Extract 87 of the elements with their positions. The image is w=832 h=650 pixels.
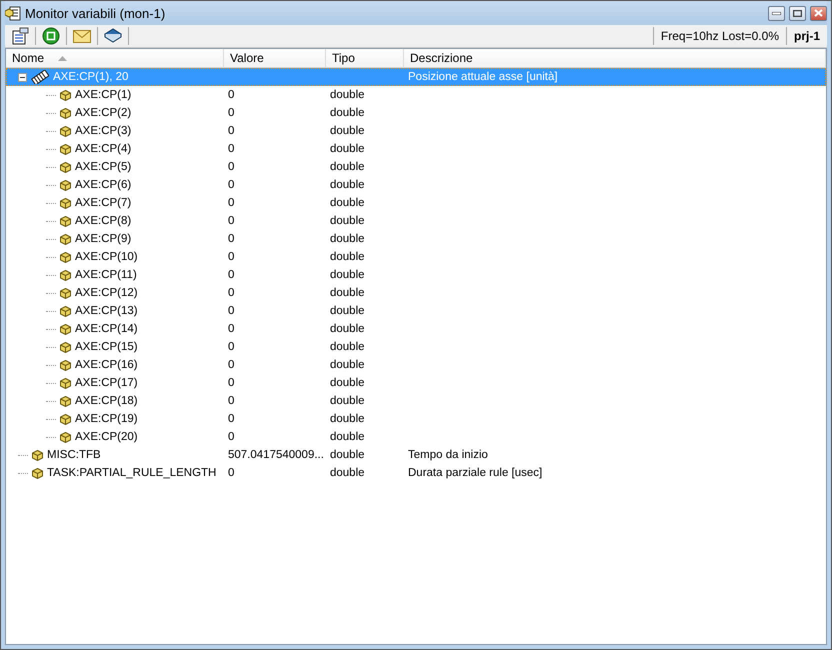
project-label: prj-1 (792, 29, 821, 43)
type-cell: double (330, 125, 365, 137)
type-cell: double (330, 197, 365, 209)
variable-name: AXE:CP(8) (75, 215, 132, 227)
value-cell: 0 (228, 359, 234, 371)
type-cell: double (330, 251, 365, 263)
start-button[interactable] (40, 26, 62, 46)
type-cell: double (330, 179, 365, 191)
value-cell: 0 (228, 251, 234, 263)
minus-icon (20, 74, 25, 80)
value-cell: 0 (228, 395, 234, 407)
value-cell: 0 (228, 341, 234, 353)
value-cell: 0 (228, 89, 234, 101)
type-cell: double (330, 287, 365, 299)
variable-name: AXE:CP(14) (75, 323, 138, 335)
variable-name: AXE:CP(10) (75, 251, 138, 263)
type-cell: double (330, 89, 365, 101)
value-cell: 0 (228, 161, 234, 173)
type-cell: double (330, 341, 365, 353)
close-button[interactable] (810, 6, 827, 20)
type-cell: double (330, 233, 365, 245)
value-cell: 0 (228, 107, 234, 119)
variable-name: AXE:CP(15) (75, 341, 138, 353)
variable-name: AXE:CP(3) (75, 125, 132, 137)
type-cell: double (330, 269, 365, 281)
value-cell: 0 (228, 179, 234, 191)
type-cell: double (330, 395, 365, 407)
type-cell: double (330, 467, 365, 479)
minimize-icon (772, 12, 781, 14)
status-text: Freq=10hz Lost=0.0% (660, 29, 780, 43)
value-cell: 0 (228, 143, 234, 155)
description-cell: Tempo da inizio (408, 449, 488, 461)
value-cell: 0 (228, 323, 234, 335)
description-cell: Durata parziale rule [usec] (408, 467, 542, 479)
collapse-toggle[interactable] (18, 72, 27, 82)
variable-name: AXE:CP(18) (75, 395, 138, 407)
variable-name: MISC:TFB (47, 449, 101, 461)
column-header[interactable]: Valore (224, 49, 326, 67)
value-cell: 0 (228, 467, 234, 479)
value-cell: 0 (228, 377, 234, 389)
variable-name: AXE:CP(4) (75, 143, 132, 155)
type-cell: double (330, 107, 365, 119)
variable-name: AXE:CP(12) (75, 287, 138, 299)
variable-name: AXE:CP(13) (75, 305, 138, 317)
minimize-button[interactable] (768, 6, 785, 20)
variable-name: AXE:CP(1), 20 (53, 71, 128, 83)
type-cell: double (330, 143, 365, 155)
type-cell: double (330, 215, 365, 227)
variable-name: AXE:CP(19) (75, 413, 138, 425)
variable-name: AXE:CP(5) (75, 161, 132, 173)
type-cell: double (330, 323, 365, 335)
type-cell: double (330, 305, 365, 317)
column-header[interactable]: Nome (6, 49, 224, 67)
maximize-button[interactable] (789, 6, 806, 20)
value-cell: 0 (228, 305, 234, 317)
variable-name: AXE:CP(6) (75, 179, 132, 191)
type-cell: double (330, 413, 365, 425)
window-title: Monitor variabili (mon-1) (25, 6, 166, 20)
column-header[interactable]: Descrizione (404, 49, 826, 67)
value-cell: 507.0417540009... (228, 449, 324, 461)
type-cell: double (330, 377, 365, 389)
value-cell: 0 (228, 233, 234, 245)
value-cell: 0 (228, 215, 234, 227)
window-icon (5, 5, 21, 21)
variable-name: AXE:CP(2) (75, 107, 132, 119)
value-cell: 0 (228, 125, 234, 137)
value-cell: 0 (228, 431, 234, 443)
variable-name: AXE:CP(20) (75, 431, 138, 443)
value-cell: 0 (228, 287, 234, 299)
close-icon (814, 9, 823, 17)
maximize-icon (793, 10, 802, 16)
column-header[interactable]: Tipo (326, 49, 404, 67)
variable-name: AXE:CP(7) (75, 197, 132, 209)
description-cell: Posizione attuale asse [unità] (408, 71, 558, 83)
variable-name: TASK:PARTIAL_RULE_LENGTH (47, 467, 216, 479)
variable-name: AXE:CP(17) (75, 377, 138, 389)
type-cell: double (330, 161, 365, 173)
type-cell: double (330, 449, 365, 461)
value-cell: 0 (228, 413, 234, 425)
value-cell: 0 (228, 269, 234, 281)
variable-name: AXE:CP(1) (75, 89, 132, 101)
type-cell: double (330, 359, 365, 371)
variable-name: AXE:CP(16) (75, 359, 138, 371)
type-cell: double (330, 431, 365, 443)
variable-name: AXE:CP(9) (75, 233, 132, 245)
value-cell: 0 (228, 197, 234, 209)
variable-name: AXE:CP(11) (75, 269, 137, 281)
